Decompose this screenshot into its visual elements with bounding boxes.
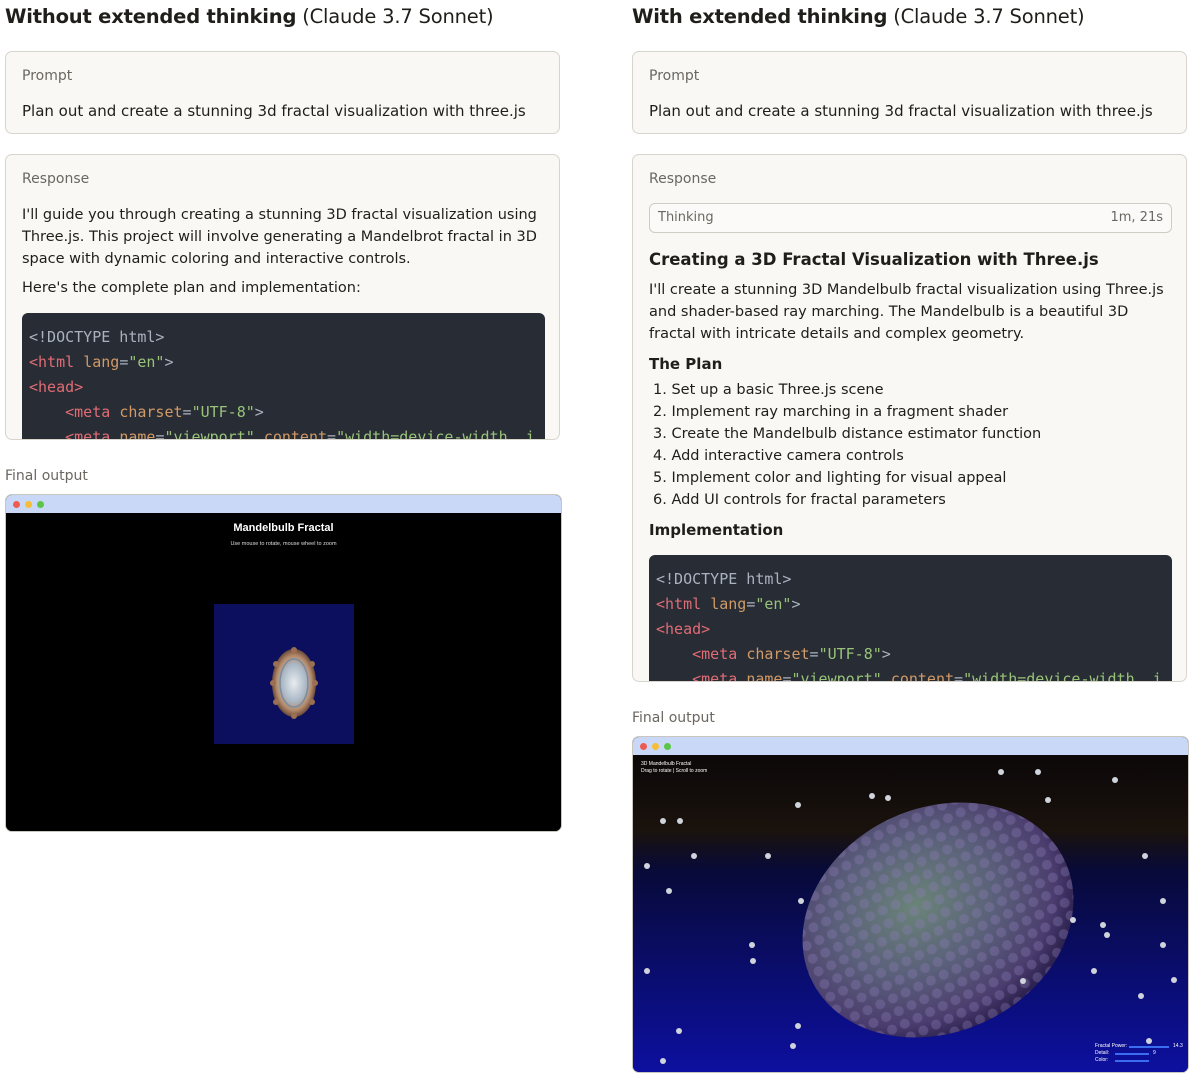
plan-item: 1. Set up a basic Three.js scene — [653, 382, 884, 398]
left-response-card[interactable]: Response I'll guide you through creating… — [5, 154, 560, 440]
minimize-dot-icon[interactable] — [25, 501, 32, 508]
right-render-title: 3D Mandelbulb Fractal — [641, 761, 692, 767]
control-label: Fractal Power: — [1095, 1043, 1128, 1049]
left-render-title: Mandelbulb Fractal — [233, 522, 334, 534]
control-label: Detail: — [1095, 1050, 1110, 1056]
right-final-output-label: Final output — [632, 710, 715, 726]
right-title-sub: (Claude 3.7 Sonnet) — [893, 5, 1085, 28]
detail-slider[interactable] — [1115, 1053, 1149, 1055]
plan-item: 3. Create the Mandelbulb distance estima… — [653, 426, 1042, 442]
thinking-time: 1m, 21s — [1110, 210, 1163, 225]
left-render-viewport[interactable]: Mandelbulb Fractal Use mouse to rotate, … — [6, 513, 561, 831]
mandelbulb-render-icon — [644, 769, 1177, 1064]
fractal-controls-panel: Fractal Power: 14.3 Detail: 9 Color: — [1091, 1041, 1185, 1071]
plan-item: 6. Add UI controls for fractal parameter… — [653, 492, 946, 508]
right-title-bold: With extended thinking — [632, 5, 888, 28]
left-render-square — [214, 604, 354, 744]
response-intro: I'll create a stunning 3D Mandelbulb fra… — [649, 282, 1164, 342]
right-render-subtitle: Drag to rotate | Scroll to zoom — [641, 768, 708, 774]
maximize-dot-icon[interactable] — [37, 501, 44, 508]
plan-list: 1. Set up a basic Three.js scene 2. Impl… — [653, 379, 1041, 511]
right-render-viewport[interactable]: 3D Mandelbulb Fractal Drag to rotate | S… — [633, 755, 1188, 1072]
left-final-output-label: Final output — [5, 468, 88, 484]
close-dot-icon[interactable] — [13, 501, 20, 508]
left-title-bold: Without extended thinking — [5, 5, 297, 28]
plan-item: 2. Implement ray marching in a fragment … — [653, 404, 1009, 420]
right-code-block: <!DOCTYPE html> <html lang="en"> <head> … — [649, 555, 1172, 681]
left-code-block: <!DOCTYPE html> <html lang="en"> <head> … — [22, 313, 545, 439]
thinking-toggle[interactable]: Thinking 1m, 21s — [649, 203, 1172, 233]
left-response-paragraph: I'll guide you through creating a stunni… — [22, 207, 537, 267]
maximize-dot-icon[interactable] — [664, 743, 671, 750]
plan-item: 4. Add interactive camera controls — [653, 448, 904, 464]
mandelbulb-small-icon — [270, 647, 318, 719]
left-render-subtitle: Use mouse to rotate, mouse wheel to zoom — [230, 541, 337, 547]
right-response-card[interactable]: Response Thinking 1m, 21s Creating a 3D … — [632, 154, 1187, 682]
right-prompt-card: Prompt Plan out and create a stunning 3d… — [632, 51, 1187, 134]
control-value: 9 — [1153, 1050, 1156, 1056]
right-response-label: Response — [649, 171, 717, 187]
control-label: Color: — [1095, 1057, 1109, 1063]
control-value: 14.3 — [1173, 1043, 1183, 1049]
left-column-title: Without extended thinking (Claude 3.7 So… — [5, 4, 494, 30]
plan-heading: The Plan — [649, 355, 723, 373]
left-prompt-text: Plan out and create a stunning 3d fracta… — [22, 102, 526, 120]
plan-item: 5. Implement color and lighting for visu… — [653, 470, 1007, 486]
left-browser-bar — [6, 495, 561, 513]
close-dot-icon[interactable] — [640, 743, 647, 750]
left-response-label: Response — [22, 171, 90, 187]
thinking-label: Thinking — [658, 210, 714, 225]
left-prompt-card: Prompt Plan out and create a stunning 3d… — [5, 51, 560, 134]
right-browser-bar — [633, 737, 1188, 755]
right-column-title: With extended thinking (Claude 3.7 Sonne… — [632, 4, 1085, 30]
left-title-sub: (Claude 3.7 Sonnet) — [302, 5, 494, 28]
right-browser-window: 3D Mandelbulb Fractal Drag to rotate | S… — [632, 736, 1189, 1073]
left-response-paragraph-2: Here's the complete plan and implementat… — [22, 280, 361, 296]
minimize-dot-icon[interactable] — [652, 743, 659, 750]
color-slider[interactable] — [1115, 1060, 1149, 1062]
response-heading: Creating a 3D Fractal Visualization with… — [649, 250, 1099, 269]
right-prompt-text: Plan out and create a stunning 3d fracta… — [649, 102, 1153, 120]
fractal-power-slider[interactable] — [1129, 1046, 1169, 1048]
left-prompt-label: Prompt — [22, 68, 73, 84]
left-browser-window: Mandelbulb Fractal Use mouse to rotate, … — [5, 494, 562, 832]
right-prompt-label: Prompt — [649, 68, 700, 84]
implementation-heading: Implementation — [649, 521, 784, 539]
